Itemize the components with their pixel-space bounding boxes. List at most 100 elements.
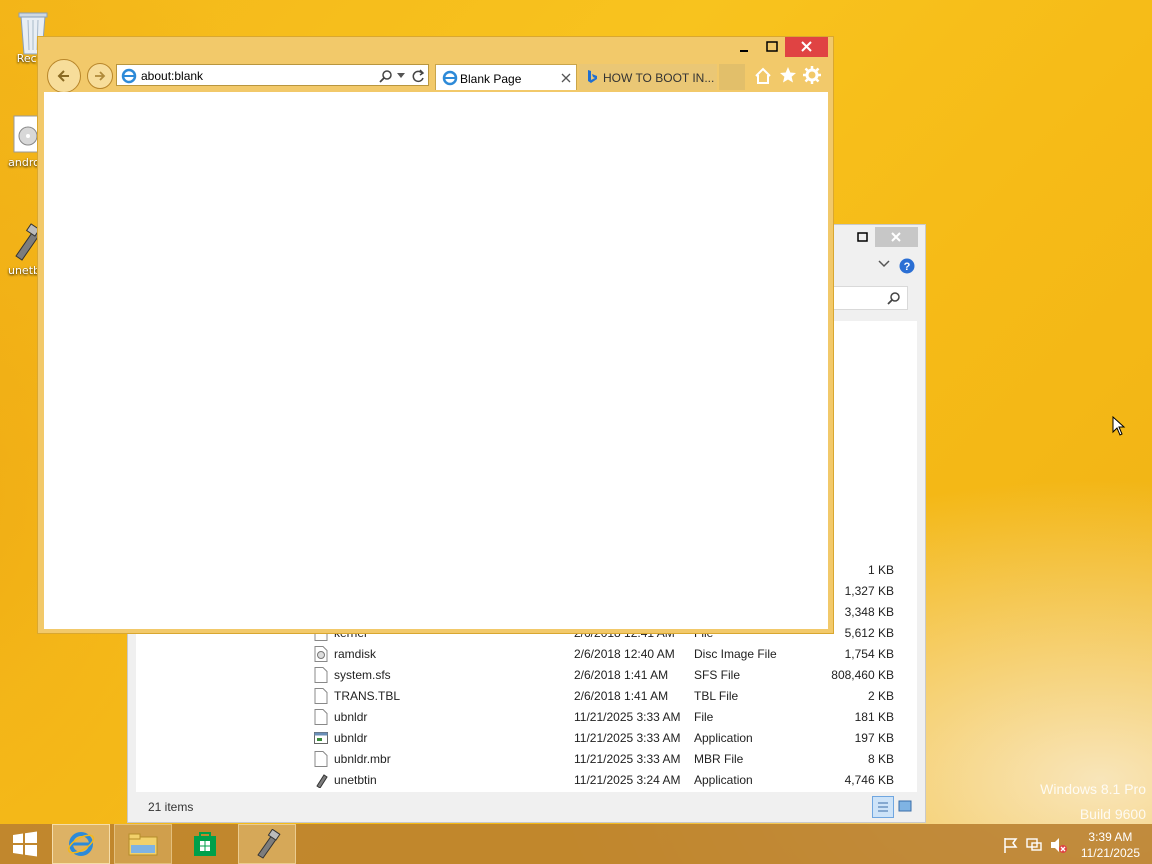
network-icon[interactable]	[1025, 836, 1043, 854]
maximize-button[interactable]	[761, 37, 783, 57]
file-name: unetbtin	[334, 773, 377, 787]
back-arrow-icon	[57, 70, 69, 82]
file-size: 808,460 KB	[831, 668, 894, 682]
file-date: 2/6/2018 1:41 AM	[574, 689, 669, 703]
file-name: ubnldr.mbr	[334, 752, 391, 766]
file-name: system.sfs	[334, 668, 391, 682]
file-type: MBR File	[694, 752, 744, 766]
table-row[interactable]: ubnldr.mbr 11/21/2025 3:33 AM MBR File 8…	[314, 749, 894, 770]
tab-label: HOW TO BOOT IN...	[603, 71, 715, 85]
clock[interactable]: 3:39 AM 11/21/2025	[1081, 829, 1140, 861]
file-name: TRANS.TBL	[334, 689, 401, 703]
forward-arrow-icon	[95, 71, 106, 81]
windows-logo-icon	[13, 831, 37, 857]
minimize-button[interactable]	[735, 37, 755, 57]
file-date: 11/21/2025 3:33 AM	[574, 731, 681, 745]
file-date: 2/6/2018 12:40 AM	[574, 647, 675, 661]
file-size: 1 KB	[867, 563, 894, 577]
home-icon[interactable]	[754, 67, 772, 88]
tab-label: Blank Page	[460, 72, 522, 86]
address-text: about:blank	[141, 69, 204, 83]
internet-explorer-icon	[67, 832, 95, 856]
start-button[interactable]	[0, 824, 50, 864]
file-icon	[314, 751, 328, 767]
table-row[interactable]: ubnldr 11/21/2025 3:33 AM File 181 KB	[314, 707, 894, 728]
table-row[interactable]: ubnldr 11/21/2025 3:33 AM Application 19…	[314, 728, 894, 749]
file-size: 1,754 KB	[844, 647, 894, 661]
status-bar-item-count: 21 items	[148, 800, 194, 814]
unetbootin-icon	[314, 772, 328, 789]
maximize-button[interactable]	[852, 227, 874, 247]
file-type: Application	[694, 773, 753, 787]
table-row[interactable]: TRANS.TBL 2/6/2018 1:41 AM TBL File 2 KB	[314, 686, 894, 707]
close-button[interactable]	[785, 37, 828, 57]
unetbootin-icon	[257, 829, 281, 859]
bing-icon	[588, 70, 597, 83]
close-icon	[891, 232, 901, 242]
internet-explorer-window: about:blank Blank Page HOW TO BOOT IN...	[37, 36, 834, 634]
windows-build-watermark: Build 9600	[1079, 806, 1146, 822]
taskbar-file-explorer[interactable]	[114, 824, 172, 864]
file-type: File	[694, 710, 714, 724]
taskbar-internet-explorer[interactable]	[52, 824, 110, 864]
file-type: Application	[694, 731, 753, 745]
table-row[interactable]: system.sfs 2/6/2018 1:41 AM SFS File 808…	[314, 665, 894, 686]
taskbar: 3:39 AM 11/21/2025	[0, 824, 1152, 864]
tab-blank-page[interactable]: Blank Page	[435, 64, 577, 90]
search-icon[interactable]	[379, 69, 393, 83]
file-icon	[314, 688, 328, 704]
volume-muted-icon[interactable]	[1049, 836, 1067, 854]
file-size: 8 KB	[867, 752, 894, 766]
file-name: ubnldr	[334, 710, 368, 724]
minimize-icon	[740, 50, 748, 52]
file-size: 1,327 KB	[844, 584, 894, 598]
table-row[interactable]: unetbtin 11/21/2025 3:24 AM Application …	[314, 770, 894, 791]
favorites-star-icon[interactable]	[779, 66, 797, 87]
address-bar[interactable]: about:blank	[116, 64, 429, 86]
settings-gear-icon[interactable]	[803, 66, 821, 87]
new-tab-button[interactable]	[719, 64, 745, 90]
back-button[interactable]	[47, 59, 81, 93]
svg-text:?: ?	[904, 261, 911, 273]
file-date: 11/21/2025 3:24 AM	[574, 773, 681, 787]
details-view-button[interactable]	[872, 796, 894, 818]
maximize-icon	[766, 41, 778, 52]
folder-icon	[128, 833, 158, 856]
browser-content-area[interactable]	[44, 92, 828, 629]
clock-time: 3:39 AM	[1088, 830, 1133, 844]
file-icon	[314, 667, 328, 683]
file-date: 11/21/2025 3:33 AM	[574, 752, 681, 766]
large-icons-view-button[interactable]	[895, 796, 915, 816]
disc-image-icon	[314, 646, 328, 662]
file-name: ubnldr	[334, 731, 368, 745]
store-icon	[194, 832, 216, 856]
taskbar-store[interactable]	[176, 824, 234, 864]
dropdown-arrow-icon[interactable]	[397, 73, 405, 79]
file-name: ramdisk	[334, 647, 377, 661]
close-button[interactable]	[875, 227, 918, 247]
clock-date: 11/21/2025	[1080, 846, 1140, 860]
file-size: 2 KB	[867, 689, 894, 703]
close-tab-icon[interactable]	[561, 73, 571, 83]
search-icon	[887, 292, 900, 305]
file-type: TBL File	[694, 689, 739, 703]
tab-how-to-boot[interactable]: HOW TO BOOT IN...	[579, 64, 717, 90]
application-icon	[314, 730, 328, 746]
file-size: 181 KB	[854, 710, 894, 724]
file-icon	[314, 709, 328, 725]
file-date: 11/21/2025 3:33 AM	[574, 710, 681, 724]
windows-version-watermark: Windows 8.1 Pro	[1040, 781, 1146, 797]
taskbar-unetbootin[interactable]	[238, 824, 296, 864]
help-icon[interactable]: ?	[899, 258, 915, 277]
forward-button[interactable]	[87, 63, 113, 89]
refresh-icon[interactable]	[411, 69, 425, 83]
maximize-icon	[857, 232, 868, 242]
table-row[interactable]: ramdisk 2/6/2018 12:40 AM Disc Image Fil…	[314, 644, 894, 665]
chevron-down-icon[interactable]	[878, 258, 890, 272]
ie-page-icon	[442, 70, 458, 86]
action-center-flag-icon[interactable]	[1002, 836, 1020, 854]
close-icon	[801, 41, 812, 52]
search-input[interactable]	[828, 286, 908, 310]
file-size: 197 KB	[854, 731, 894, 745]
file-size: 3,348 KB	[844, 605, 894, 619]
